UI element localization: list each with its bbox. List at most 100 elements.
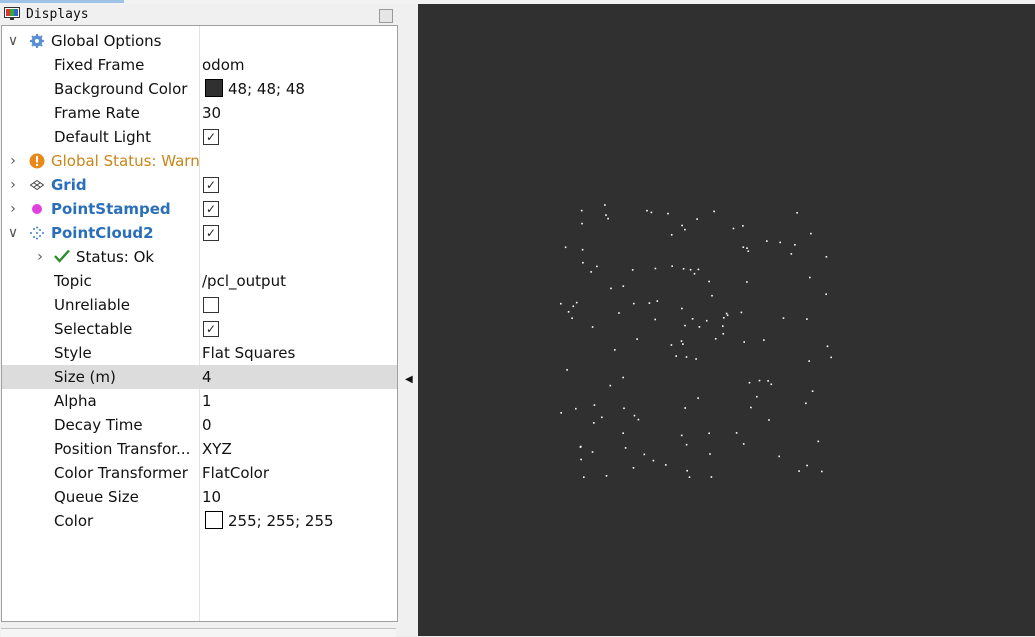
- chevron-right-icon[interactable]: ›: [7, 197, 19, 221]
- row-label: Selectable: [54, 320, 133, 338]
- undock-button[interactable]: [379, 9, 393, 23]
- row-label: Style: [54, 344, 92, 362]
- chevron-down-icon[interactable]: ∨: [7, 221, 19, 245]
- cloud-point: [622, 376, 624, 379]
- tree-row-position-transformer[interactable]: Position Transfor... XYZ: [2, 437, 397, 461]
- cloud-point: [691, 318, 694, 320]
- tree-row-style[interactable]: Style Flat Squares: [2, 341, 397, 365]
- default-light-checkbox[interactable]: ✓: [203, 129, 219, 145]
- chevron-down-icon[interactable]: ∨: [7, 29, 19, 53]
- cloud-point: [636, 338, 638, 340]
- cloud-point: [697, 268, 700, 271]
- cloud-point: [622, 285, 625, 287]
- cloud-point: [605, 214, 607, 216]
- cloud-point: [560, 412, 562, 414]
- selectable-checkbox[interactable]: ✓: [203, 321, 219, 337]
- position-transformer-value[interactable]: XYZ: [202, 437, 232, 461]
- cloud-point: [768, 419, 770, 421]
- 3d-viewport[interactable]: [418, 4, 1035, 636]
- unreliable-checkbox[interactable]: [203, 297, 219, 313]
- tree-row-global-status[interactable]: › Global Status: Warn: [2, 149, 397, 173]
- cloud-point: [693, 272, 696, 275]
- tree-row-fixed-frame[interactable]: Fixed Frame odom: [2, 53, 397, 77]
- point-stamped-checkbox[interactable]: ✓: [203, 201, 219, 217]
- cloud-point: [633, 302, 635, 305]
- tree-row-point-stamped[interactable]: › PointStamped ✓: [2, 197, 397, 221]
- tree-row-background-color[interactable]: Background Color 48; 48; 48: [2, 77, 397, 101]
- tree-row-alpha[interactable]: Alpha 1: [2, 389, 397, 413]
- gear-icon: [29, 29, 45, 53]
- display-tree[interactable]: ∨ Global Options Fixed Frame odom Backgr…: [1, 25, 398, 622]
- cloud-point: [723, 317, 725, 319]
- cloud-point: [580, 458, 582, 461]
- chevron-right-icon[interactable]: ›: [34, 245, 46, 269]
- cloud-point: [665, 464, 667, 466]
- cloud-point: [748, 381, 751, 384]
- cloud-point: [743, 341, 745, 343]
- cloud-point: [652, 459, 655, 462]
- panel-splitter[interactable]: ◀: [398, 4, 418, 636]
- decay-time-value[interactable]: 0: [202, 413, 212, 437]
- tree-row-frame-rate[interactable]: Frame Rate 30: [2, 101, 397, 125]
- cloud-point: [830, 356, 832, 359]
- color-swatch: [205, 511, 223, 529]
- cloud-point: [778, 455, 780, 458]
- cloud-point: [654, 267, 657, 270]
- cloud-point: [656, 300, 659, 302]
- cloud-point: [581, 248, 584, 251]
- tree-row-color[interactable]: Color 255; 255; 255: [2, 509, 397, 533]
- cloud-point: [685, 443, 688, 446]
- tree-row-topic[interactable]: Topic /pcl_output: [2, 269, 397, 293]
- collapse-left-icon[interactable]: ◀: [405, 374, 413, 385]
- pointcloud-icon: [29, 221, 45, 245]
- cloud-point: [758, 379, 761, 382]
- tree-row-default-light[interactable]: Default Light ✓: [2, 125, 397, 149]
- tree-row-grid[interactable]: › Grid ✓: [2, 173, 397, 197]
- cloud-point: [680, 434, 683, 437]
- point-cloud2-checkbox[interactable]: ✓: [203, 225, 219, 241]
- cloud-point: [770, 383, 773, 386]
- tree-row-status[interactable]: › Status: Ok: [2, 245, 397, 269]
- background-color-value[interactable]: 48; 48; 48: [202, 77, 305, 101]
- tree-row-size[interactable]: Size (m) 4: [2, 365, 397, 389]
- cloud-point: [714, 338, 717, 340]
- color-transformer-value[interactable]: FlatColor: [202, 461, 269, 485]
- tree-row-color-transformer[interactable]: Color Transformer FlatColor: [2, 461, 397, 485]
- size-value[interactable]: 4: [202, 365, 212, 389]
- cloud-point: [763, 339, 765, 341]
- cloud-point: [742, 246, 745, 248]
- cloud-point: [609, 384, 612, 387]
- cloud-point: [711, 294, 713, 297]
- row-label: Color Transformer: [54, 464, 188, 482]
- style-value[interactable]: Flat Squares: [202, 341, 295, 365]
- fixed-frame-value[interactable]: odom: [202, 53, 245, 77]
- cloud-point: [725, 312, 728, 315]
- tree-row-point-cloud2[interactable]: ∨ PointCloud2 ✓: [2, 221, 397, 245]
- chevron-right-icon[interactable]: ›: [7, 149, 19, 173]
- tree-row-queue-size[interactable]: Queue Size 10: [2, 485, 397, 509]
- row-label: Grid: [51, 176, 87, 194]
- queue-size-value[interactable]: 10: [202, 485, 221, 509]
- point-icon: [29, 197, 45, 221]
- cloud-point: [618, 312, 620, 314]
- color-value[interactable]: 255; 255; 255: [202, 509, 334, 533]
- tree-row-decay-time[interactable]: Decay Time 0: [2, 413, 397, 437]
- cloud-point: [722, 325, 724, 327]
- alpha-value[interactable]: 1: [202, 389, 212, 413]
- tree-row-unreliable[interactable]: Unreliable: [2, 293, 397, 317]
- topic-value[interactable]: /pcl_output: [202, 269, 286, 293]
- grid-checkbox[interactable]: ✓: [203, 177, 219, 193]
- tree-row-global-options[interactable]: ∨ Global Options: [2, 29, 397, 53]
- cloud-point: [560, 302, 562, 305]
- frame-rate-value[interactable]: 30: [202, 101, 221, 125]
- row-label: Topic: [54, 272, 92, 290]
- panel-title: Displays: [26, 7, 89, 22]
- chevron-right-icon[interactable]: ›: [7, 173, 19, 197]
- cloud-point: [623, 407, 625, 410]
- tree-row-selectable[interactable]: Selectable ✓: [2, 317, 397, 341]
- cloud-point: [596, 265, 598, 268]
- cloud-point: [637, 418, 640, 421]
- point-cloud-render: [560, 204, 832, 478]
- cloud-point: [705, 319, 708, 322]
- cloud-point: [643, 453, 646, 456]
